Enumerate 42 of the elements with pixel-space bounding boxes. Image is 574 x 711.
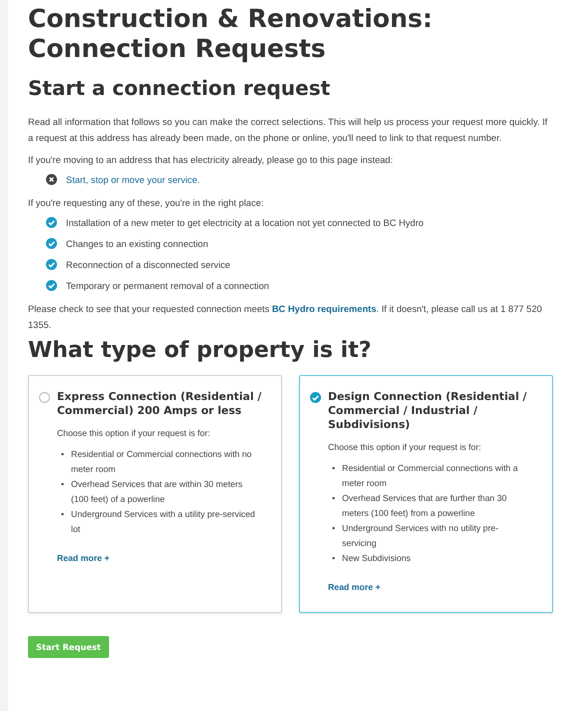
intro-text: Read all information that follows so you can make the correct selections. This will help us process your request more quickly. If a request at this address has already been made, on the phone or online, you'll need to link to that request number.	[28, 116, 548, 145]
option-bullet: Overhead Services that are further than 30 meters (100 feet) from a powerline	[342, 492, 508, 520]
moving-note: If you're moving to an address that has electricity already, please go to this page instead:	[28, 154, 394, 167]
read-more-link[interactable]: Read more +	[328, 582, 380, 592]
check-icon	[46, 259, 57, 270]
bullet-marker: •	[61, 508, 64, 521]
bullet-marker: •	[332, 552, 336, 565]
right-place-note: If you're requesting any of these, you're in the right place:	[28, 197, 265, 210]
option-bullet: New Subdivisions	[342, 552, 412, 565]
requirements-note: Please check to see that your requested connection meets BC Hydro requirements. If it doesn't, please call us at 1 877 520 1355.	[28, 303, 543, 332]
option-bullet: Underground Services with a utility pre-serviced lot	[71, 508, 256, 536]
list-text: Changes to an existing connection	[66, 238, 208, 248]
requirements-link[interactable]: BC Hydro requirements	[272, 304, 376, 314]
bullet-marker: •	[332, 492, 336, 505]
close-circle-icon	[46, 174, 57, 185]
page-title: Construction & Renovations: Connection Requests	[28, 4, 434, 64]
list-text: Installation of a new meter to get electricity at a location not yet connected to BC Hydro	[66, 218, 424, 228]
property-question: What type of property is it?	[28, 339, 372, 363]
option-bullet: Underground Services with no utility pre-servicing	[342, 522, 500, 550]
option-bullet: Overhead Services that are within 30 meters (100 feet) of a powerline	[71, 478, 244, 506]
option-intro: Choose this option if your request is for:	[57, 428, 210, 438]
option-bullet: Residential or Commercial connections with a meter room	[342, 462, 519, 490]
option-intro: Choose this option if your request is for:	[328, 442, 482, 452]
option-card[interactable]	[299, 375, 553, 613]
radio-button[interactable]	[310, 392, 321, 403]
check-icon	[46, 280, 57, 291]
radio-button[interactable]	[39, 392, 50, 403]
bullet-marker: •	[332, 522, 336, 535]
list-text: Reconnection of a disconnected service	[66, 260, 230, 270]
option-title: Design Connection (Residential / Commercial / Industrial / Subdivisions)	[328, 390, 528, 432]
read-more-link[interactable]: Read more +	[57, 553, 110, 563]
service-link[interactable]: Start, stop or move your service.	[66, 174, 200, 184]
section-title: Start a connection request	[28, 76, 332, 100]
bullet-marker: •	[61, 448, 64, 461]
option-card[interactable]	[28, 375, 282, 613]
option-title: Express Connection (Residential / Commercial) 200 Amps or less	[57, 390, 262, 418]
bullet-marker: •	[332, 462, 336, 475]
check-icon	[46, 217, 57, 228]
bullet-marker: •	[61, 478, 64, 491]
list-text: Temporary or permanent removal of a connection	[66, 280, 270, 290]
check-icon	[46, 238, 57, 249]
option-bullet: Residential or Commercial connections with no meter room	[71, 448, 253, 476]
